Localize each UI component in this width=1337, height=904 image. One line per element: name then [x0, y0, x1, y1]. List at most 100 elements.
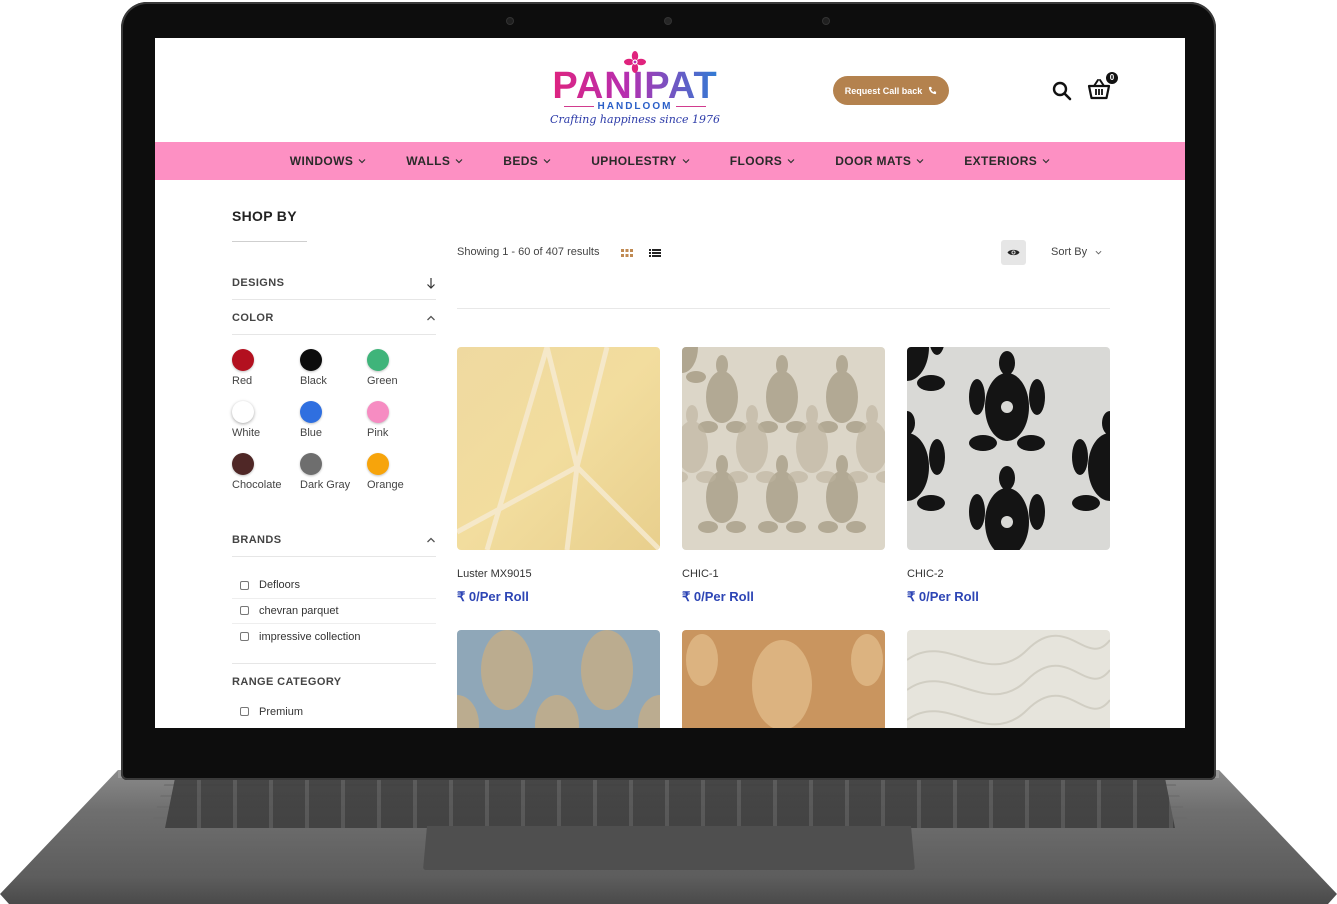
color-dot[interactable] — [300, 401, 322, 423]
request-callback-button[interactable]: Request Call back — [833, 76, 949, 105]
brand-name: PANIPAT — [548, 67, 722, 105]
color-swatches: Red Black Green White Blue Pink Chocolate Dark … — [232, 349, 436, 499]
sensor-dot — [823, 18, 829, 24]
results-count: Showing 1 - 60 of 407 results — [457, 246, 600, 258]
nav-item-beds[interactable]: BEDS — [483, 154, 571, 168]
product-image[interactable] — [907, 630, 1110, 728]
nav-item-exteriors[interactable]: EXTERIORS — [944, 154, 1070, 168]
chevron-down-icon — [358, 159, 366, 164]
chevron-down-icon — [787, 159, 795, 164]
product-image[interactable] — [682, 347, 885, 550]
color-swatch-white[interactable]: White — [232, 401, 300, 447]
request-callback-label: Request Call back — [844, 85, 923, 96]
color-dot[interactable] — [367, 349, 389, 371]
brands-filter-header[interactable]: BRANDS — [232, 523, 436, 557]
product-name[interactable]: Luster MX9015 — [457, 568, 660, 580]
color-swatch-red[interactable]: Red — [232, 349, 300, 395]
quick-view-toggle[interactable] — [1001, 240, 1026, 265]
color-swatch-blue[interactable]: Blue — [300, 401, 367, 447]
nav-item-upholestry[interactable]: UPHOLESTRY — [571, 154, 710, 168]
brands-filter-label: BRANDS — [232, 533, 282, 546]
nav-item-floors[interactable]: FLOORS — [710, 154, 815, 168]
filter-option[interactable]: Premium — [232, 699, 436, 725]
cart-count-badge: 0 — [1106, 72, 1118, 84]
checkbox[interactable] — [240, 632, 249, 642]
filter-option-label: Defloors — [259, 579, 300, 592]
laptop-frame: PANIPAT HANDLOOM Crafting happiness sinc… — [0, 0, 1337, 904]
product-card[interactable]: Luster MX9015 ₹ 0/Per Roll — [457, 347, 660, 605]
color-dot[interactable] — [232, 349, 254, 371]
nav-item-door-mats[interactable]: DOOR MATS — [815, 154, 944, 168]
sort-dropdown[interactable]: Sort By — [1051, 246, 1102, 258]
color-swatch-chocolate[interactable]: Chocolate — [232, 453, 300, 499]
color-swatch-dark-gray[interactable]: Dark Gray — [300, 453, 367, 499]
product-image[interactable] — [907, 347, 1110, 550]
shop-by-panel: SHOP BY — [232, 208, 436, 242]
filter-option[interactable]: impressive collection — [232, 624, 436, 650]
designs-filter-header[interactable]: DESIGNS — [232, 266, 436, 300]
geometric-wallpaper-image — [457, 347, 660, 550]
filter-option-label: impressive collection — [259, 630, 361, 643]
product-card[interactable]: CHIC-1 ₹ 0/Per Roll — [682, 347, 885, 605]
range-checklist: Premium — [232, 699, 436, 725]
product-name[interactable]: CHIC-2 — [907, 568, 1110, 580]
color-swatch-black[interactable]: Black — [300, 349, 367, 395]
chevron-down-icon — [916, 159, 924, 164]
nav-item-windows[interactable]: WINDOWS — [270, 154, 386, 168]
chevron-down-icon — [682, 159, 690, 164]
title-underline — [232, 241, 307, 242]
filter-option[interactable]: chevran parquet — [232, 599, 436, 624]
list-view-icon[interactable] — [648, 246, 662, 260]
chevron-down-icon — [455, 159, 463, 164]
brand-subname: HANDLOOM — [548, 102, 722, 112]
product-name[interactable]: CHIC-1 — [682, 568, 885, 580]
nav-item-walls[interactable]: WALLS — [386, 154, 483, 168]
color-swatch-pink[interactable]: Pink — [367, 401, 436, 447]
product-card[interactable] — [457, 630, 660, 728]
divider — [232, 663, 436, 664]
product-image[interactable] — [682, 630, 885, 728]
color-swatch-orange[interactable]: Orange — [367, 453, 436, 499]
arrow-down-icon — [427, 277, 435, 289]
trackpad — [423, 826, 915, 870]
chevron-down-icon — [543, 159, 551, 164]
color-dot[interactable] — [367, 453, 389, 475]
checkbox[interactable] — [240, 606, 249, 616]
color-dot[interactable] — [367, 401, 389, 423]
search-icon[interactable] — [1052, 81, 1072, 101]
range-category-header[interactable]: RANGE CATEGORY — [232, 665, 436, 699]
phone-icon — [929, 86, 937, 95]
brand-logo[interactable]: PANIPAT HANDLOOM Crafting happiness sinc… — [548, 50, 722, 130]
blue-damask-wallpaper-image — [457, 630, 660, 728]
color-dot[interactable] — [300, 453, 322, 475]
product-image[interactable] — [457, 347, 660, 550]
product-price: ₹ 0/Per Roll — [682, 589, 754, 604]
color-filter-label: COLOR — [232, 311, 274, 324]
color-label: Dark Gray — [300, 479, 351, 491]
sort-label: Sort By — [1051, 246, 1088, 258]
product-card[interactable]: CHIC-2 ₹ 0/Per Roll — [907, 347, 1110, 605]
designs-filter-label: DESIGNS — [232, 276, 285, 289]
damask-wallpaper-image — [682, 347, 885, 550]
range-category-label: RANGE CATEGORY — [232, 676, 342, 688]
filter-option-label: Premium — [259, 705, 304, 718]
color-dot[interactable] — [232, 401, 254, 423]
grid-view-icon[interactable] — [620, 246, 634, 260]
chevron-up-icon — [427, 537, 435, 542]
color-dot[interactable] — [300, 349, 322, 371]
color-label: White — [232, 427, 261, 439]
filter-option[interactable]: Defloors — [232, 573, 436, 599]
nav-item-label: UPHOLESTRY — [591, 154, 677, 168]
product-image[interactable] — [457, 630, 660, 728]
product-card[interactable] — [682, 630, 885, 728]
shop-by-title: SHOP BY — [232, 208, 297, 224]
color-filter-header[interactable]: COLOR — [232, 301, 436, 335]
nav-item-label: DOOR MATS — [835, 154, 912, 168]
color-swatch-green[interactable]: Green — [367, 349, 436, 395]
nav-item-label: WALLS — [406, 154, 451, 168]
checkbox[interactable] — [240, 707, 249, 717]
product-card[interactable] — [907, 630, 1110, 728]
color-dot[interactable] — [232, 453, 254, 475]
chevron-up-icon — [427, 315, 435, 320]
checkbox[interactable] — [240, 580, 249, 590]
